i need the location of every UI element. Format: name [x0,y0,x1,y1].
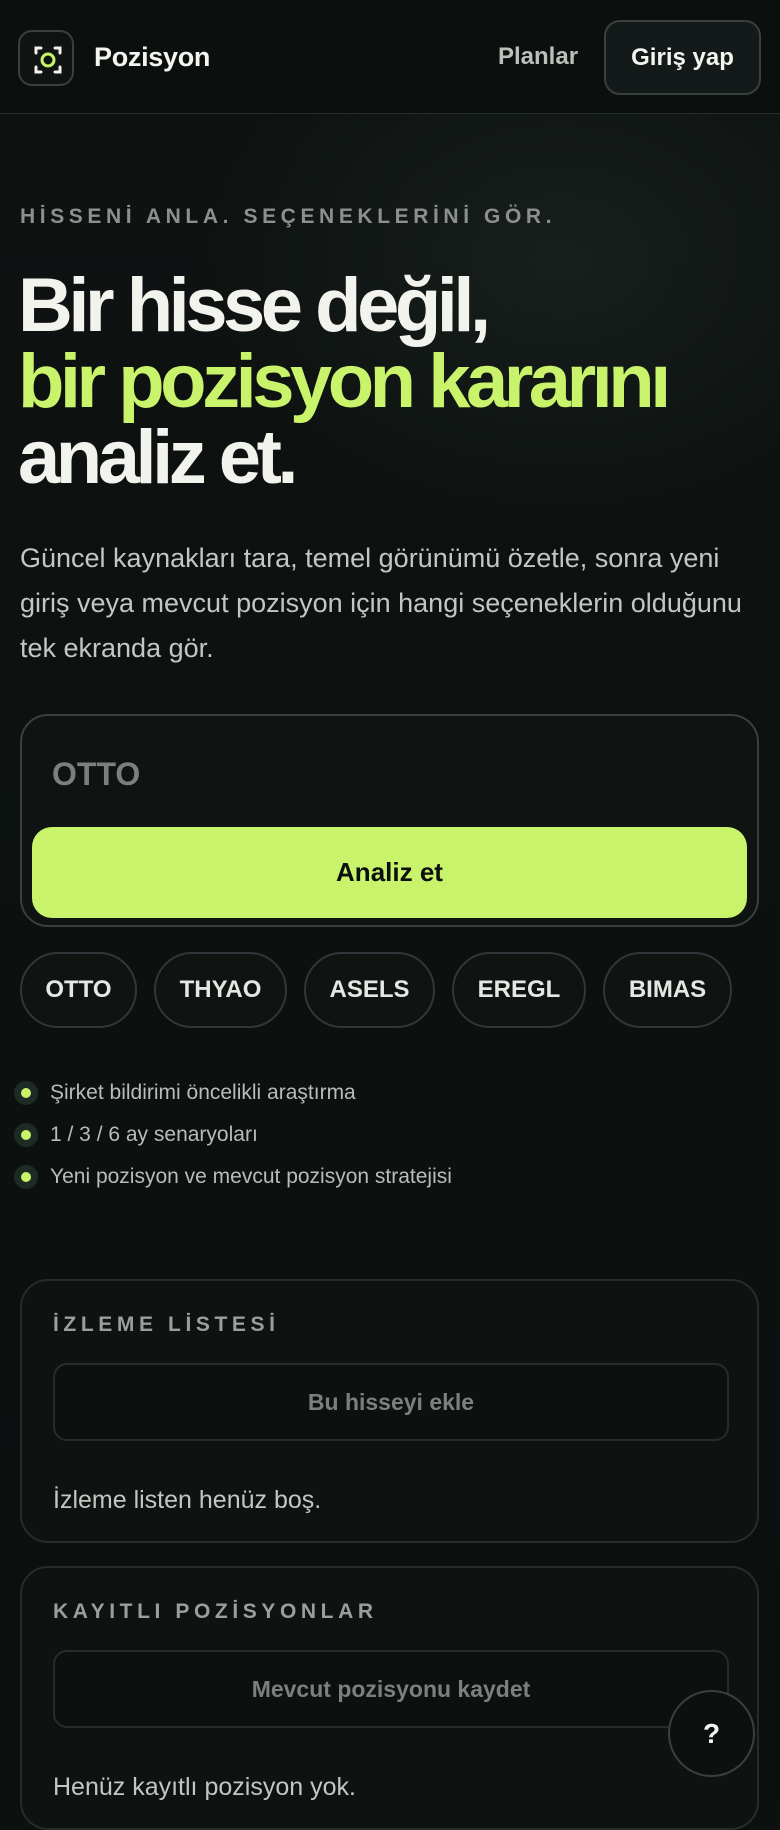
watchlist-title: İZLEME LİSTESİ [53,1313,280,1336]
search-card: Analiz et [20,714,759,927]
bullet-dot-icon [14,1081,38,1105]
focus-target-icon [34,46,62,74]
headline-line-2: bir pozisyon kararını [18,339,671,424]
watchlist-panel: İZLEME LİSTESİ Bu hisseyi ekle İzleme li… [20,1279,759,1543]
feature-item: Şirket bildirimi öncelikli araştırma [14,1078,714,1108]
bullet-dot-icon [14,1123,38,1147]
saved-positions-panel: KAYITLI POZİSYONLAR Mevcut pozisyonu kay… [20,1566,759,1830]
top-header: Pozisyon Planlar Giriş yap [0,0,780,114]
add-to-watchlist-button[interactable]: Bu hisseyi ekle [53,1363,729,1441]
bullet-dot-icon [14,1165,38,1189]
saved-positions-title: KAYITLI POZİSYONLAR [53,1600,378,1623]
headline-line-1: Bir hisse değil, [18,263,491,348]
headline-line-3: analiz et. [18,415,298,500]
ticker-chip[interactable]: ASELS [304,952,435,1028]
nav-plans-link[interactable]: Planlar [498,43,578,71]
ticker-chip[interactable]: EREGL [452,952,586,1028]
ticker-chip[interactable]: OTTO [20,952,137,1028]
save-position-button[interactable]: Mevcut pozisyonu kaydet [53,1650,729,1728]
watchlist-empty-text: İzleme listen henüz boş. [53,1486,322,1514]
brand-name[interactable]: Pozisyon [94,42,210,73]
ticker-search-input[interactable] [52,744,712,804]
saved-positions-empty-text: Henüz kayıtlı pozisyon yok. [53,1773,356,1801]
hero-headline: Bir hisse değil, bir pozisyon kararını a… [18,263,671,500]
help-button[interactable]: ? [668,1690,755,1777]
ticker-chip[interactable]: THYAO [154,952,287,1028]
hero-lead: Güncel kaynakları tara, temel görünümü ö… [20,543,742,663]
logo[interactable] [18,30,74,86]
feature-item: 1 / 3 / 6 ay senaryoları [14,1120,714,1150]
feature-item: Yeni pozisyon ve mevcut pozisyon stratej… [14,1162,714,1192]
ticker-chip[interactable]: BIMAS [603,952,732,1028]
login-button[interactable]: Giriş yap [604,20,761,95]
hero-eyebrow: HİSSENİ ANLA. SEÇENEKLERİNİ GÖR. [20,205,557,228]
analyze-button[interactable]: Analiz et [32,827,747,918]
